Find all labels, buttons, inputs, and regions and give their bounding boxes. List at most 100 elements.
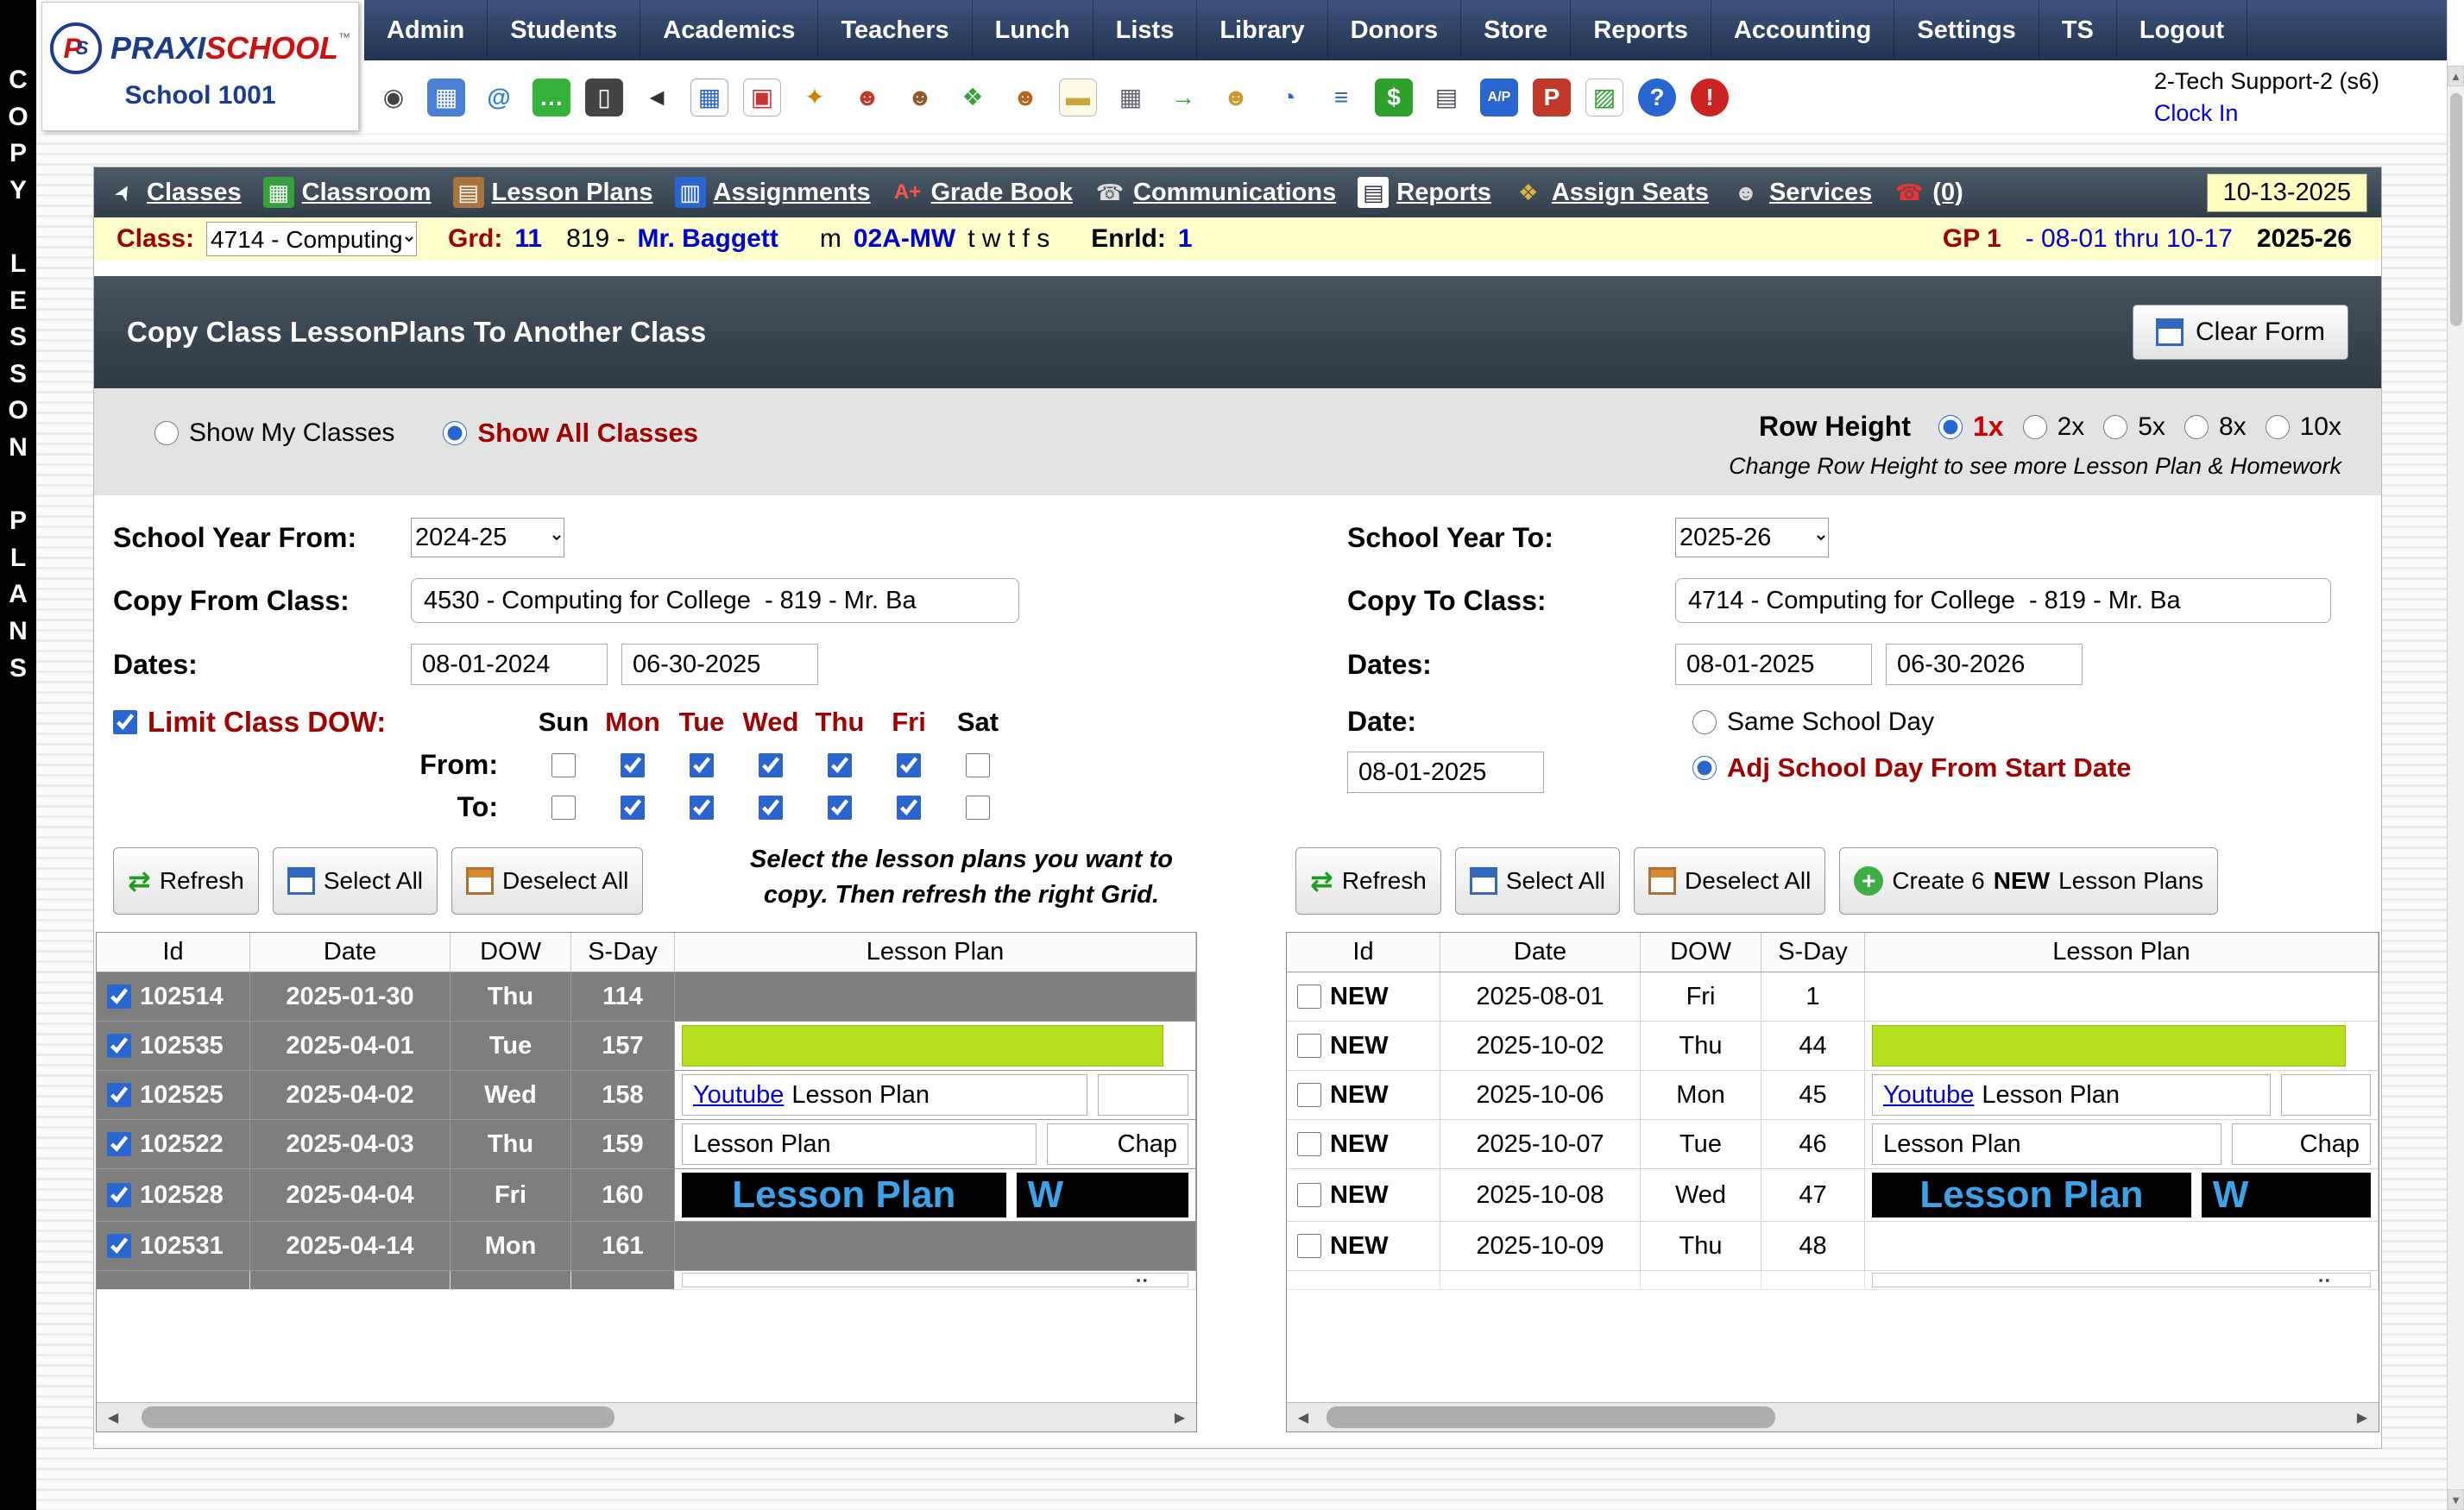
same-school-day-option[interactable]: Same School Day — [1692, 708, 2132, 737]
nav-students[interactable]: Students — [488, 0, 640, 60]
adj-school-day-radio[interactable] — [1692, 756, 1717, 780]
row-height-10x-option[interactable]: 10x — [2265, 412, 2341, 442]
nav-donors[interactable]: Donors — [1328, 0, 1462, 60]
row-select-checkbox[interactable] — [1297, 1132, 1321, 1156]
row-height-1x-radio[interactable] — [1938, 415, 1963, 439]
copy-to-class-input[interactable] — [1675, 578, 2331, 623]
search-icon[interactable]: ◉ — [375, 79, 413, 116]
scrollbar-thumb[interactable] — [2450, 93, 2462, 326]
clear-form-button[interactable]: Clear Form — [2133, 305, 2348, 360]
nav-lunch[interactable]: Lunch — [973, 0, 1093, 60]
copy-to-end-date[interactable] — [1886, 644, 2083, 685]
copy-to-start-date[interactable] — [1675, 644, 1872, 685]
dow-from-thu-checkbox[interactable] — [828, 753, 852, 777]
lesson-plan-box-clipped[interactable] — [2281, 1074, 2371, 1116]
dow-to-tue-checkbox[interactable] — [690, 796, 714, 820]
email-at-icon[interactable]: @ — [480, 79, 518, 116]
dow-from-tue-checkbox[interactable] — [690, 753, 714, 777]
students-icon[interactable]: ☻ — [1006, 79, 1044, 116]
lesson-plan-highlight[interactable] — [682, 1025, 1163, 1066]
nav-store[interactable]: Store — [1461, 0, 1571, 60]
lesson-plan-box[interactable]: Lesson Plan — [1872, 1123, 2221, 1165]
youtube-link[interactable]: Youtube — [693, 1081, 784, 1110]
row-select-checkbox[interactable] — [1297, 1183, 1321, 1207]
row-height-5x-option[interactable]: 5x — [2103, 412, 2165, 442]
same-school-day-radio[interactable] — [1692, 710, 1717, 734]
dow-from-sun-checkbox[interactable] — [551, 753, 576, 777]
tab-lesson-plans[interactable]: ▤Lesson Plans — [453, 177, 653, 208]
scroll-left-arrow[interactable]: ◀ — [98, 1403, 128, 1431]
row-height-8x-radio[interactable] — [2184, 415, 2209, 439]
school-year-to-select[interactable]: 2025-26 — [1675, 518, 1829, 557]
lesson-plan-cell[interactable] — [675, 1222, 1196, 1271]
current-date-box[interactable]: 10-13-2025 — [2207, 173, 2367, 212]
nav-ts[interactable]: TS — [2039, 0, 2117, 60]
row-select-checkbox[interactable] — [1297, 985, 1321, 1009]
lesson-plan-cell[interactable] — [1865, 972, 2379, 1022]
dow-to-fri-checkbox[interactable] — [897, 796, 921, 820]
lesson-plan-box[interactable]: YoutubeLesson Plan — [682, 1074, 1087, 1116]
row-select-checkbox[interactable] — [107, 1183, 131, 1207]
youtube-link[interactable]: Youtube — [1883, 1081, 1974, 1110]
copy-from-start-date[interactable] — [411, 644, 608, 685]
deselect-all-right-button[interactable]: Deselect All — [1634, 847, 1825, 915]
homework-box[interactable]: W — [2202, 1173, 2371, 1217]
row-select-checkbox[interactable] — [1297, 1083, 1321, 1107]
row-select-checkbox[interactable] — [107, 985, 131, 1009]
id-card-icon[interactable]: ▬ — [1059, 79, 1097, 116]
tickets-icon[interactable]: ❖ — [954, 79, 992, 116]
row-select-checkbox[interactable] — [107, 1034, 131, 1058]
nav-settings[interactable]: Settings — [1894, 0, 2039, 60]
speaker-icon[interactable]: ◄ — [638, 79, 676, 116]
lesson-plan-box-clipped[interactable] — [1098, 1074, 1188, 1116]
tab-assignments[interactable]: ▥Assignments — [675, 177, 871, 208]
clock-in-link[interactable]: Clock In — [2154, 100, 2239, 126]
chat-icon[interactable]: … — [533, 79, 570, 116]
nav-academics[interactable]: Academics — [640, 0, 818, 60]
show-all-classes-option[interactable]: Show All Classes — [443, 418, 698, 449]
row-height-2x-option[interactable]: 2x — [2023, 412, 2085, 442]
scroll-right-arrow[interactable]: ▶ — [1165, 1403, 1194, 1431]
row-height-1x-option[interactable]: 1x — [1938, 411, 2004, 443]
apps-grid-icon[interactable]: ▦ — [427, 79, 465, 116]
tab-services[interactable]: ☻Services — [1730, 177, 1872, 208]
vertical-scrollbar[interactable]: ▲ ▼ — [2447, 0, 2464, 1510]
select-all-right-button[interactable]: Select All — [1455, 847, 1620, 915]
horizontal-scrollbar[interactable]: ◀ ▶ — [97, 1402, 1196, 1431]
show-all-classes-radio[interactable] — [443, 421, 467, 445]
pdf-icon[interactable]: P — [1533, 79, 1571, 116]
alert-icon[interactable]: ! — [1691, 79, 1729, 116]
refresh-right-button[interactable]: ⇄Refresh — [1295, 847, 1441, 915]
row-height-2x-radio[interactable] — [2023, 415, 2047, 439]
dow-from-wed-checkbox[interactable] — [759, 753, 783, 777]
tab-communications[interactable]: ☎Communications — [1094, 177, 1336, 208]
scroll-down-arrow[interactable]: ▼ — [2448, 1489, 2464, 1510]
megaphone-icon[interactable]: ✦ — [796, 79, 834, 116]
dow-from-fri-checkbox[interactable] — [897, 753, 921, 777]
app-logo[interactable]: PS PraxiSchool™ School 1001 — [41, 2, 359, 131]
clock-icon[interactable]: ◔ — [1270, 79, 1308, 116]
student-brown-icon[interactable]: ☻ — [901, 79, 939, 116]
calculator-icon[interactable]: ▦ — [1112, 79, 1150, 116]
horizontal-scrollbar[interactable]: ◀ ▶ — [1287, 1402, 2379, 1431]
export-icon[interactable]: ▨ — [1585, 79, 1623, 116]
tab-calls[interactable]: ☎(0) — [1894, 177, 1963, 208]
nav-teachers[interactable]: Teachers — [818, 0, 972, 60]
scroll-right-arrow[interactable]: ▶ — [2347, 1403, 2377, 1431]
deselect-all-left-button[interactable]: Deselect All — [451, 847, 643, 915]
homework-box[interactable]: Chap — [1047, 1123, 1188, 1165]
printer-icon[interactable]: ▤ — [1427, 79, 1465, 116]
nav-accounting[interactable]: Accounting — [1711, 0, 1895, 60]
homework-box[interactable]: Chap — [2232, 1123, 2371, 1165]
row-height-10x-radio[interactable] — [2265, 415, 2290, 439]
nav-logout[interactable]: Logout — [2117, 0, 2247, 60]
nav-admin[interactable]: Admin — [364, 0, 488, 60]
scroll-left-arrow[interactable]: ◀ — [1289, 1403, 1318, 1431]
spreadsheet-icon[interactable]: ▦ — [690, 79, 728, 116]
scrollbar-thumb[interactable] — [1327, 1406, 1775, 1428]
school-year-from-select[interactable]: 2024-25 — [411, 518, 564, 557]
nav-reports[interactable]: Reports — [1571, 0, 1711, 60]
row-height-5x-radio[interactable] — [2103, 415, 2127, 439]
nav-lists[interactable]: Lists — [1093, 0, 1198, 60]
mobile-icon[interactable]: ▯ — [585, 79, 623, 116]
